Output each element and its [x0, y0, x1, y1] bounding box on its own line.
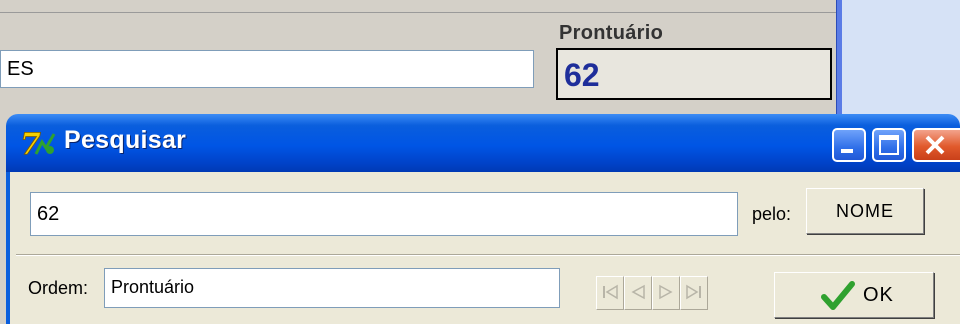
- search-by-field-button[interactable]: NOME: [806, 188, 924, 234]
- minimize-button[interactable]: [832, 128, 866, 162]
- minimize-icon: [841, 149, 853, 153]
- dialog-titlebar[interactable]: 7 Pesquisar: [6, 114, 960, 172]
- prontuario-box: 62: [556, 48, 832, 100]
- nav-first-button[interactable]: [596, 276, 624, 310]
- ok-button[interactable]: OK: [774, 272, 934, 318]
- patient-name-field[interactable]: ES: [0, 50, 534, 88]
- nav-last-button[interactable]: [680, 276, 708, 310]
- maximize-button[interactable]: [872, 128, 906, 162]
- pelo-label: pelo:: [752, 204, 792, 224]
- close-icon: [925, 135, 945, 155]
- last-record-icon: [686, 284, 701, 300]
- next-record-icon: [659, 284, 673, 300]
- close-button[interactable]: [912, 128, 960, 162]
- search-dialog: 7 Pesquisar 62 pelo: NOME Ordem: Prontuá…: [6, 114, 960, 324]
- prontuario-label: Prontuário: [559, 22, 664, 44]
- nav-next-button[interactable]: [652, 276, 680, 310]
- ordem-label: Ordem:: [28, 278, 89, 298]
- previous-record-icon: [631, 284, 645, 300]
- prontuario-value: 62: [564, 57, 600, 93]
- search-input[interactable]: 62: [30, 192, 738, 236]
- first-record-icon: [603, 284, 618, 300]
- separator-highlight: [16, 255, 960, 256]
- nav-prev-button[interactable]: [624, 276, 652, 310]
- app-logo-icon: 7: [20, 128, 56, 160]
- dialog-title: Pesquisar: [64, 126, 187, 154]
- svg-text:7: 7: [20, 128, 41, 160]
- parent-top-border: [0, 12, 840, 13]
- order-field[interactable]: Prontuário: [104, 268, 560, 308]
- checkmark-icon: [821, 281, 855, 310]
- ok-label: OK: [863, 284, 894, 306]
- maximize-icon: [879, 135, 899, 155]
